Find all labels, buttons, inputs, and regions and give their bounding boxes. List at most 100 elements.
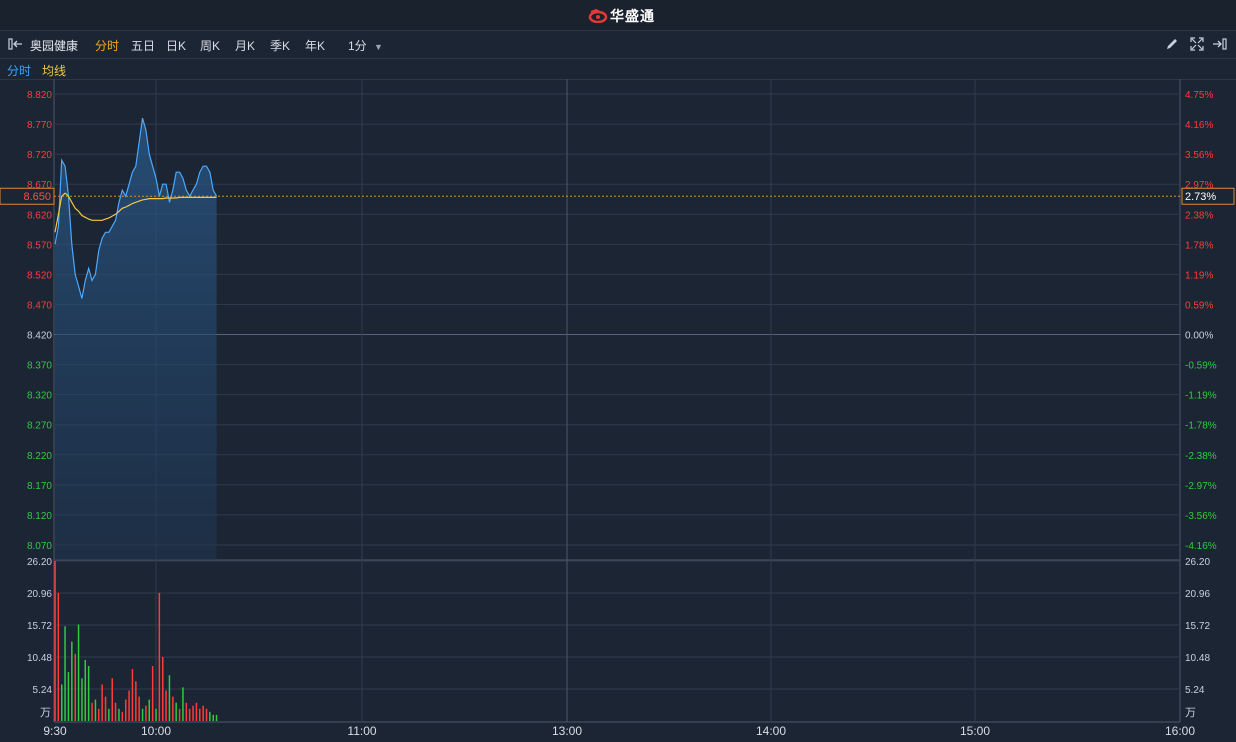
- pct-tick-label: -2.97%: [1185, 481, 1217, 492]
- pct-tick-label: 3.56%: [1185, 150, 1213, 161]
- volume-bar: [202, 705, 204, 721]
- pct-tick-label: 1.19%: [1185, 270, 1213, 281]
- pct-tick-label: 0.59%: [1185, 300, 1213, 311]
- volume-bar: [61, 684, 63, 721]
- chart-grid: [53, 79, 1181, 723]
- time-tick-label: 10:00: [141, 724, 171, 738]
- volume-bar: [188, 708, 191, 721]
- volume-tick-label: 10.48: [27, 653, 52, 664]
- pct-tick-label: 1.78%: [1185, 240, 1213, 251]
- pct-tick-label: 2.38%: [1185, 210, 1213, 221]
- volume-unit-label: 万: [40, 707, 51, 719]
- volume-tick-label: 15.72: [27, 621, 52, 632]
- price-tick-label: 8.270: [27, 421, 52, 432]
- volume-bar: [199, 708, 201, 721]
- pct-tick-label: -3.56%: [1185, 511, 1217, 522]
- pct-tick-label: -1.19%: [1185, 391, 1217, 402]
- volume-tick-label: 20.96: [27, 589, 52, 600]
- volume-bar: [175, 702, 177, 721]
- volume-tick-label: 5.24: [33, 685, 53, 696]
- volume-bar: [185, 702, 188, 721]
- time-tick-label: 11:00: [347, 724, 376, 738]
- volume-bar: [168, 675, 171, 721]
- volume-bar: [108, 708, 110, 721]
- volume-bar: [84, 659, 86, 721]
- price-tick-label: 8.820: [27, 90, 52, 101]
- pct-tick-label: -0.59%: [1185, 361, 1217, 372]
- volume-bar: [195, 702, 198, 721]
- volume-bar: [212, 714, 214, 721]
- volume-bar: [172, 696, 174, 721]
- volume-bar: [57, 592, 60, 721]
- pct-tick-label: -1.78%: [1185, 421, 1217, 432]
- price-tick-label: 8.070: [27, 541, 52, 552]
- volume-bar: [77, 624, 80, 721]
- volume-bar: [138, 696, 140, 721]
- volume-bar: [104, 696, 107, 721]
- volume-bar: [215, 714, 218, 721]
- volume-bar: [135, 681, 137, 721]
- volume-tick-label-right: 26.20: [1185, 557, 1210, 568]
- volume-bar: [121, 711, 124, 721]
- volume-bar: [114, 702, 117, 721]
- pct-tick-label: 4.75%: [1185, 90, 1213, 101]
- volume-tick-label-right: 20.96: [1185, 589, 1210, 600]
- price-tick-label: 8.120: [27, 511, 52, 522]
- volume-bar: [145, 705, 147, 721]
- volume-bar: [74, 653, 76, 721]
- volume-tick-label-right: 10.48: [1185, 653, 1210, 664]
- pct-tick-label: -2.38%: [1185, 451, 1217, 462]
- current-price-label: 8.650: [23, 191, 51, 203]
- volume-bar: [67, 672, 70, 721]
- volume-bar: [111, 678, 113, 721]
- price-tick-label: 8.320: [27, 391, 52, 402]
- volume-bar: [91, 702, 93, 721]
- time-tick-label: 16:00: [1165, 724, 1195, 738]
- volume-bar: [182, 687, 184, 721]
- volume-bar: [162, 656, 164, 721]
- volume-bar: [98, 708, 100, 721]
- price-tick-label: 8.220: [27, 451, 52, 462]
- pct-tick-label: -4.16%: [1185, 541, 1217, 552]
- price-tick-label: 8.620: [27, 210, 52, 221]
- time-tick-label: 9:30: [43, 724, 67, 738]
- volume-bar: [178, 708, 181, 721]
- volume-unit-label-right: 万: [1185, 707, 1196, 719]
- pct-tick-label: 0.00%: [1185, 331, 1213, 342]
- price-tick-label: 8.720: [27, 150, 52, 161]
- price-tick-label: 8.770: [27, 120, 52, 131]
- volume-bar: [128, 690, 130, 721]
- price-tick-label: 8.420: [27, 331, 52, 342]
- volume-bar: [151, 666, 154, 721]
- volume-bar: [205, 708, 208, 721]
- volume-bar: [155, 708, 157, 721]
- volume-bar: [81, 678, 83, 721]
- volume-bar: [125, 699, 127, 721]
- volume-bar: [165, 690, 167, 721]
- time-tick-label: 15:00: [960, 724, 990, 738]
- volume-bar: [118, 708, 120, 721]
- volume-bar: [54, 561, 56, 721]
- volume-bar: [131, 669, 134, 721]
- volume-tick-label-right: 5.24: [1185, 685, 1205, 696]
- volume-bar: [64, 626, 66, 721]
- price-tick-label: 8.520: [27, 270, 52, 281]
- time-tick-label: 14:00: [756, 724, 786, 738]
- pct-tick-label: 4.16%: [1185, 120, 1213, 131]
- price-tick-label: 8.570: [27, 240, 52, 251]
- volume-bar: [101, 684, 103, 721]
- volume-bar: [192, 705, 194, 721]
- volume-tick-label: 26.20: [27, 557, 52, 568]
- volume-bar: [148, 699, 150, 721]
- price-tick-label: 8.370: [27, 361, 52, 372]
- current-pct-label: 2.73%: [1185, 191, 1216, 203]
- price-tick-label: 8.170: [27, 481, 52, 492]
- volume-bar: [209, 711, 211, 721]
- price-tick-label: 8.470: [27, 300, 52, 311]
- volume-tick-label-right: 15.72: [1185, 621, 1210, 632]
- time-tick-label: 13:00: [552, 724, 582, 738]
- volume-bar: [141, 708, 144, 721]
- volume-bar: [94, 699, 97, 721]
- intraday-chart: 8.820 4.75%8.770 4.16%8.720 3.56%8.670 2.97%…: [0, 79, 1235, 738]
- chart-plot-area: [54, 117, 1180, 721]
